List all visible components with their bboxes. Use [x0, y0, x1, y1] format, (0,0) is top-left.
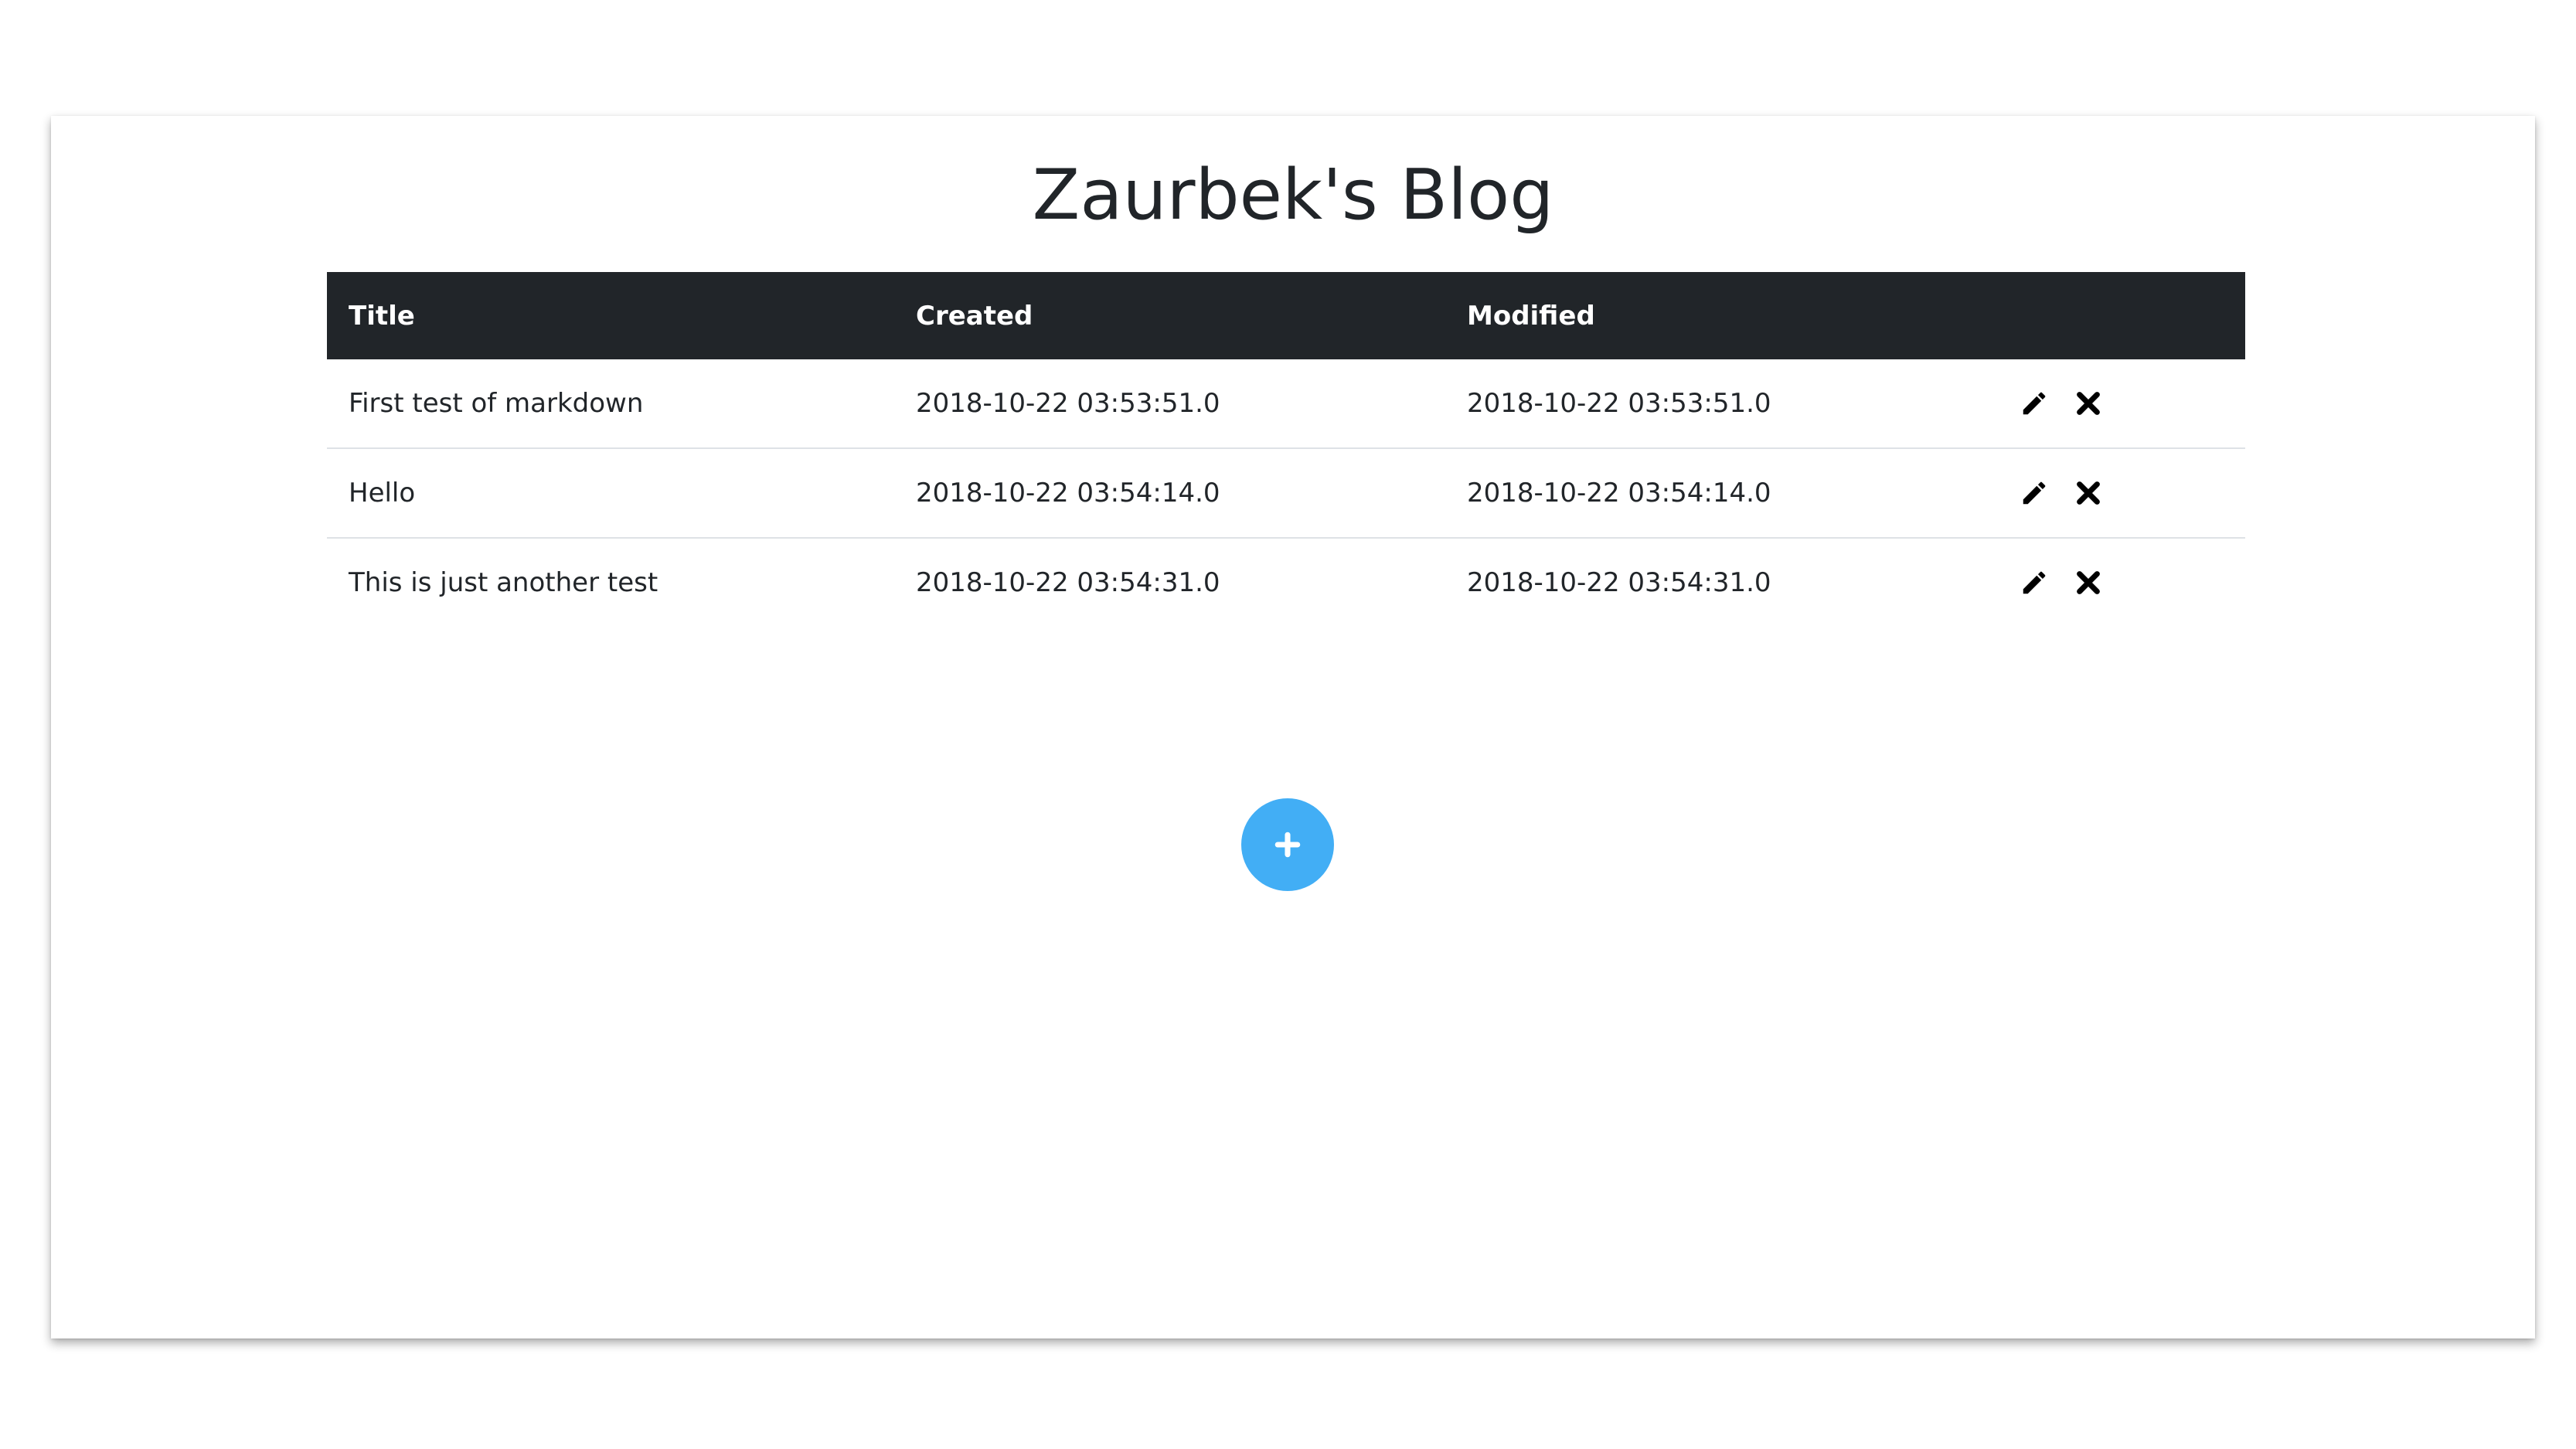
column-header-modified: Modified — [1445, 272, 1996, 359]
column-header-title: Title — [327, 272, 894, 359]
row-actions — [1996, 448, 2245, 539]
post-created: 2018-10-22 03:53:51.0 — [894, 359, 1445, 449]
table-row: This is just another test 2018-10-22 03:… — [327, 538, 2245, 627]
row-actions-group — [2018, 477, 2245, 509]
plus-icon — [1274, 832, 1301, 858]
post-title[interactable]: This is just another test — [327, 538, 894, 627]
row-actions — [1996, 359, 2245, 449]
delete-button[interactable] — [2072, 387, 2105, 420]
pencil-icon — [2023, 392, 2046, 415]
edit-button[interactable] — [2018, 477, 2050, 509]
column-header-actions — [1996, 272, 2245, 359]
table-row: First test of markdown 2018-10-22 03:53:… — [327, 359, 2245, 449]
pencil-icon — [2023, 571, 2046, 594]
post-title[interactable]: Hello — [327, 448, 894, 539]
blog-card: Zaurbek's Blog Title Created Modified Fi… — [51, 116, 2535, 1338]
edit-button[interactable] — [2018, 387, 2050, 420]
pencil-icon — [2023, 481, 2046, 505]
edit-button[interactable] — [2018, 566, 2050, 599]
row-actions-group — [2018, 566, 2245, 599]
delete-button[interactable] — [2072, 566, 2105, 599]
post-modified: 2018-10-22 03:54:14.0 — [1445, 448, 1996, 539]
post-modified: 2018-10-22 03:53:51.0 — [1445, 359, 1996, 449]
row-actions — [1996, 538, 2245, 627]
table-body: First test of markdown 2018-10-22 03:53:… — [327, 359, 2245, 627]
table-header: Title Created Modified — [327, 272, 2245, 359]
post-modified: 2018-10-22 03:54:31.0 — [1467, 567, 1771, 598]
close-icon — [2077, 392, 2100, 415]
add-post-button[interactable] — [1241, 798, 1334, 891]
row-actions-group — [2018, 387, 2245, 420]
delete-button[interactable] — [2072, 477, 2105, 509]
table-header-row: Title Created Modified — [327, 272, 2245, 359]
page-title: Zaurbek's Blog — [1032, 155, 1554, 236]
close-icon — [2077, 481, 2100, 505]
post-title[interactable]: First test of markdown — [327, 359, 894, 449]
table-row: Hello 2018-10-22 03:54:14.0 2018-10-22 0… — [327, 448, 2245, 539]
post-created: 2018-10-22 03:54:14.0 — [894, 448, 1445, 539]
column-header-created: Created — [894, 272, 1445, 359]
close-icon — [2077, 571, 2100, 594]
posts-table: Title Created Modified First test of mar… — [327, 272, 2245, 627]
post-created: 2018-10-22 03:54:31.0 — [916, 567, 1220, 598]
